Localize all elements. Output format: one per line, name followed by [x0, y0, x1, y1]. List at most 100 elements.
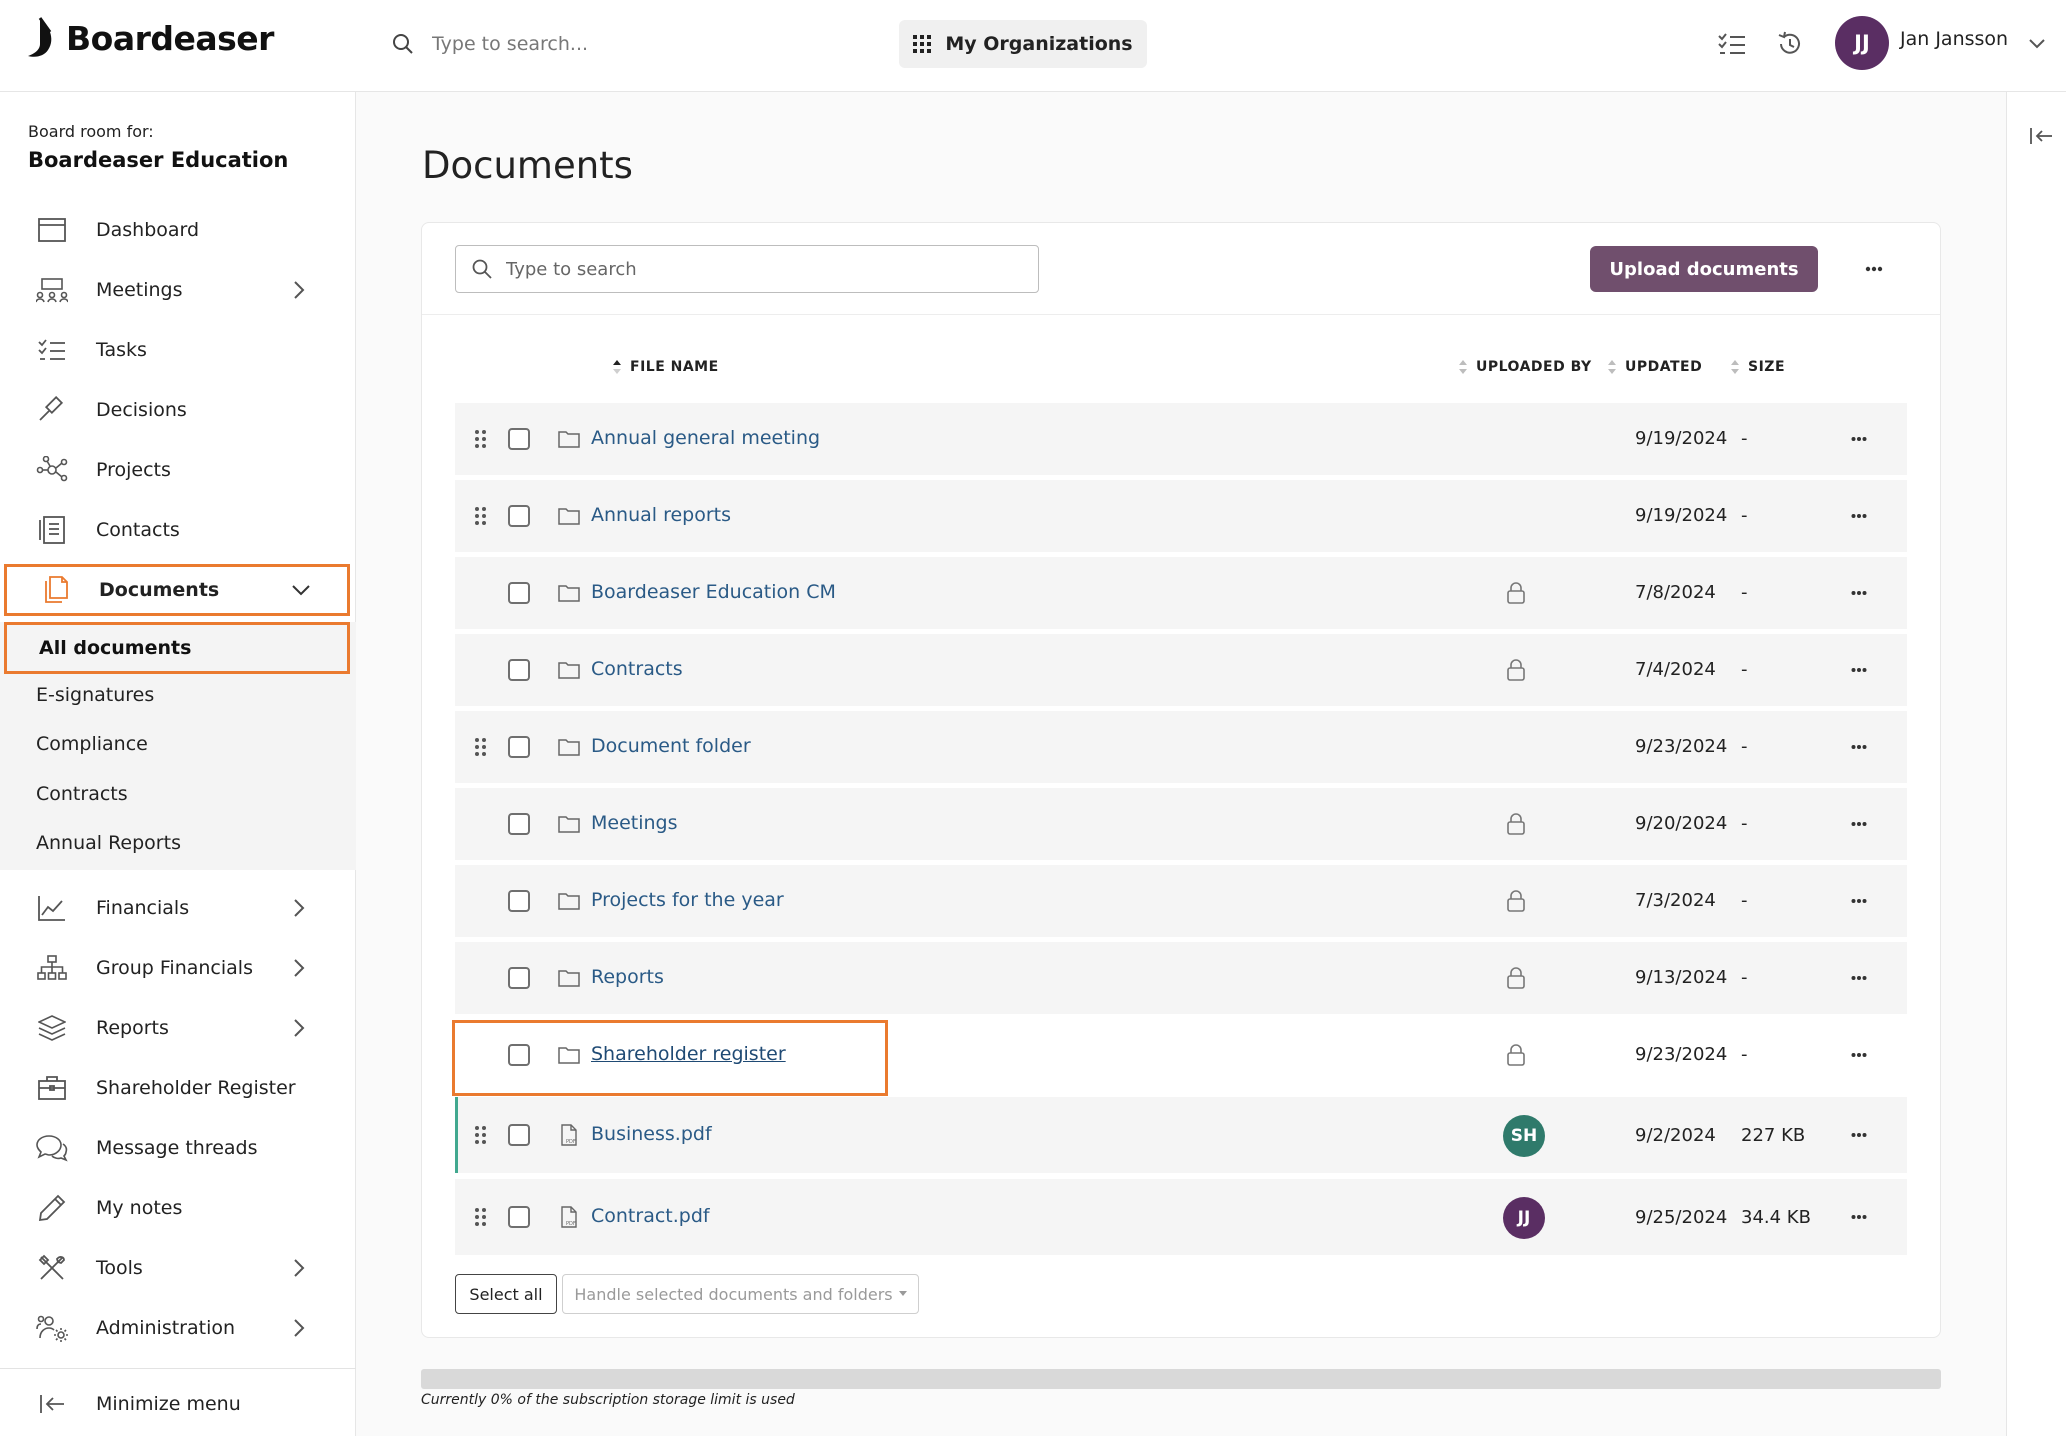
upload-documents-button[interactable]: Upload documents — [1590, 246, 1818, 292]
sidebar-item-my-notes[interactable]: My notes — [0, 1182, 356, 1234]
documents-search-input[interactable] — [506, 258, 1026, 280]
logo[interactable]: Boardeaser — [26, 14, 274, 62]
row-checkbox[interactable] — [508, 967, 530, 989]
user-name[interactable]: Jan Jansson — [1900, 28, 2008, 50]
drag-handle-icon[interactable] — [473, 1125, 489, 1145]
global-search-input[interactable] — [432, 33, 792, 55]
column-uploaded-by[interactable]: UPLOADED BY — [1458, 359, 1592, 375]
sidebar-item-label: Contacts — [96, 519, 180, 541]
row-checkbox[interactable] — [508, 1124, 530, 1146]
sidebar-item-shareholder-register[interactable]: Shareholder Register — [0, 1062, 356, 1114]
gavel-icon — [36, 394, 68, 426]
submenu-annual-reports[interactable]: Annual Reports — [36, 832, 181, 854]
row-more-icon[interactable] — [1845, 1121, 1873, 1149]
table-row[interactable]: Projects for the year 7/3/2024 - — [455, 865, 1907, 937]
row-checkbox[interactable] — [508, 582, 530, 604]
row-checkbox[interactable] — [508, 813, 530, 835]
drag-handle-icon[interactable] — [473, 737, 489, 757]
table-row[interactable]: Contracts 7/4/2024 - — [455, 634, 1907, 706]
sidebar-item-group-financials[interactable]: Group Financials — [0, 942, 356, 994]
submenu-all-documents[interactable]: All documents — [4, 622, 350, 674]
row-more-icon[interactable] — [1845, 425, 1873, 453]
chevron-down-icon — [292, 585, 310, 596]
row-more-icon[interactable] — [1845, 502, 1873, 530]
sidebar-item-projects[interactable]: Projects — [0, 444, 356, 496]
table-row[interactable]: Boardeaser Education CM 7/8/2024 - — [455, 557, 1907, 629]
sidebar-item-label: Message threads — [96, 1137, 258, 1159]
more-options-icon[interactable] — [1858, 253, 1890, 285]
sidebar-item-tasks[interactable]: Tasks — [0, 324, 356, 376]
sidebar-item-reports[interactable]: Reports — [0, 1002, 356, 1054]
updated-date: 9/19/2024 — [1635, 428, 1728, 449]
row-more-icon[interactable] — [1845, 810, 1873, 838]
folder-icon — [558, 893, 580, 910]
sidebar-item-administration[interactable]: Administration — [0, 1302, 356, 1354]
drag-handle-icon[interactable] — [473, 429, 489, 449]
global-search[interactable] — [392, 24, 812, 64]
file-name-link[interactable]: Projects for the year — [591, 889, 784, 911]
table-row[interactable]: Meetings 9/20/2024 - — [455, 788, 1907, 860]
row-checkbox[interactable] — [508, 659, 530, 681]
sidebar-item-meetings[interactable]: Meetings — [0, 264, 356, 316]
sidebar-item-financials[interactable]: Financials — [0, 882, 356, 934]
submenu-e-signatures[interactable]: E-signatures — [36, 684, 154, 706]
column-updated[interactable]: UPDATED — [1607, 359, 1702, 375]
my-organizations-button[interactable]: My Organizations — [899, 20, 1147, 68]
file-name-link[interactable]: Meetings — [591, 812, 678, 834]
task-list-icon[interactable] — [1714, 26, 1750, 62]
sidebar-item-dashboard[interactable]: Dashboard — [0, 204, 356, 256]
row-checkbox[interactable] — [508, 505, 530, 527]
history-icon[interactable] — [1772, 26, 1808, 62]
row-more-icon[interactable] — [1845, 1041, 1873, 1069]
layers-icon — [36, 1012, 68, 1044]
updated-date: 7/3/2024 — [1635, 890, 1716, 911]
submenu-compliance[interactable]: Compliance — [36, 733, 148, 755]
row-checkbox[interactable] — [508, 890, 530, 912]
row-more-icon[interactable] — [1845, 964, 1873, 992]
sidebar-item-contacts[interactable]: Contacts — [0, 504, 356, 556]
sidebar-item-tools[interactable]: Tools — [0, 1242, 356, 1294]
row-more-icon[interactable] — [1845, 656, 1873, 684]
column-size[interactable]: SIZE — [1730, 359, 1785, 375]
chevron-down-icon[interactable] — [2024, 30, 2050, 56]
updated-date: 9/19/2024 — [1635, 505, 1728, 526]
table-row[interactable]: PDF Business.pdf SH 9/2/2024 227 KB — [455, 1097, 1907, 1173]
select-all-button[interactable]: Select all — [455, 1274, 557, 1314]
table-row[interactable]: Annual reports 9/19/2024 - — [455, 480, 1907, 552]
file-name-link[interactable]: Document folder — [591, 735, 751, 757]
row-checkbox[interactable] — [508, 1206, 530, 1228]
sidebar-item-label: Documents — [99, 579, 220, 601]
file-size: - — [1741, 967, 1748, 988]
tasks-icon — [36, 334, 68, 366]
sidebar-item-documents[interactable]: Documents — [4, 564, 350, 616]
user-avatar[interactable]: JJ — [1835, 16, 1889, 70]
collapse-panel-icon[interactable] — [2029, 126, 2053, 146]
file-name-link[interactable]: Contract.pdf — [591, 1205, 710, 1227]
file-name-link[interactable]: Annual reports — [591, 504, 731, 526]
row-more-icon[interactable] — [1845, 733, 1873, 761]
column-file-name[interactable]: FILE NAME — [612, 359, 719, 375]
drag-handle-icon[interactable] — [473, 506, 489, 526]
row-more-icon[interactable] — [1845, 887, 1873, 915]
table-row[interactable]: PDF Contract.pdf JJ 9/25/2024 34.4 KB — [455, 1179, 1907, 1255]
table-row[interactable]: Annual general meeting 9/19/2024 - — [455, 403, 1907, 475]
drag-handle-icon[interactable] — [473, 1207, 489, 1227]
file-name-link[interactable]: Business.pdf — [591, 1123, 712, 1145]
table-row[interactable]: Document folder 9/23/2024 - — [455, 711, 1907, 783]
sidebar-item-decisions[interactable]: Decisions — [0, 384, 356, 436]
row-checkbox[interactable] — [508, 736, 530, 758]
table-row[interactable]: Reports 9/13/2024 - — [455, 942, 1907, 1014]
row-more-icon[interactable] — [1845, 1203, 1873, 1231]
row-checkbox[interactable] — [508, 428, 530, 450]
submenu-contracts[interactable]: Contracts — [36, 783, 128, 805]
sidebar-item-label: Tasks — [96, 339, 147, 361]
file-name-link[interactable]: Annual general meeting — [591, 427, 820, 449]
sidebar-item-label: Projects — [96, 459, 171, 481]
file-name-link[interactable]: Boardeaser Education CM — [591, 581, 836, 603]
file-name-link[interactable]: Contracts — [591, 658, 683, 680]
documents-search[interactable] — [455, 245, 1039, 293]
minimize-menu-button[interactable]: Minimize menu — [0, 1378, 356, 1430]
row-more-icon[interactable] — [1845, 579, 1873, 607]
file-name-link[interactable]: Reports — [591, 966, 664, 988]
sidebar-item-message-threads[interactable]: Message threads — [0, 1122, 356, 1174]
